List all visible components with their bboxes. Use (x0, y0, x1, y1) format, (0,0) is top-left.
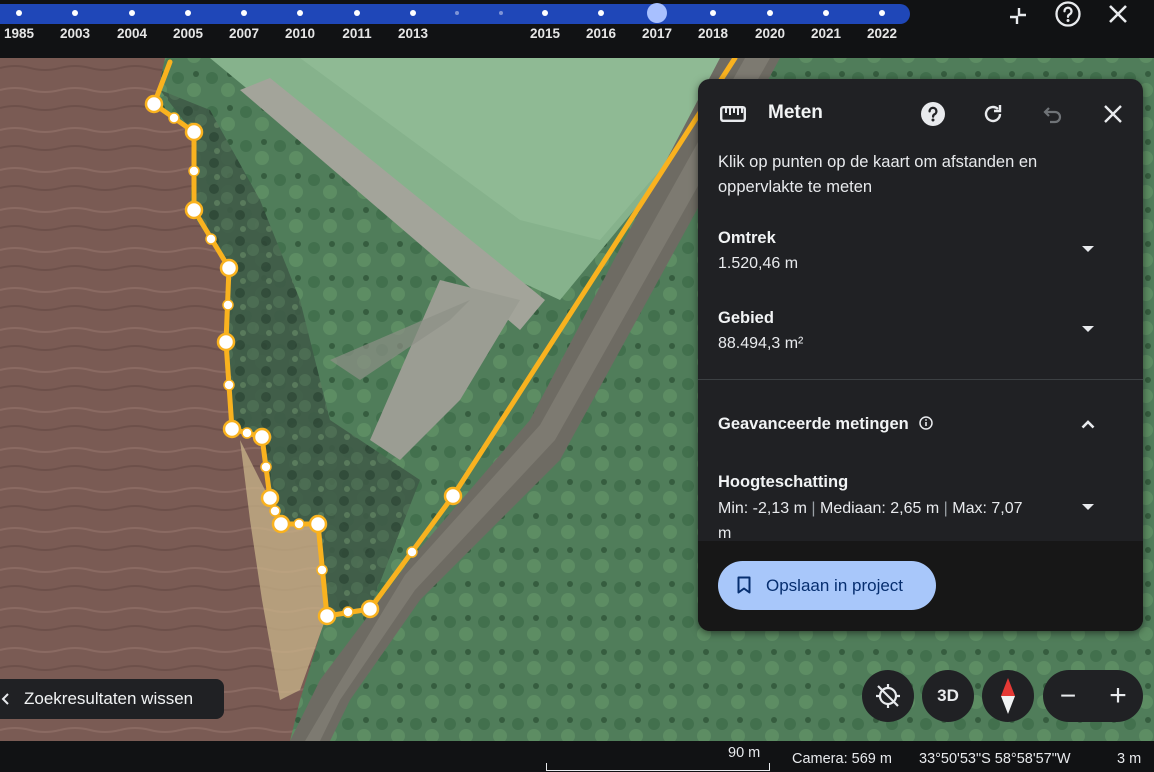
panel-footer: Opslaan in project (698, 541, 1143, 631)
timeline-year-label[interactable]: 2013 (398, 26, 428, 41)
3d-label: 3D (937, 686, 959, 705)
timeline-point-2005[interactable] (185, 10, 191, 16)
location-off-icon (874, 682, 902, 710)
help-icon[interactable] (918, 99, 948, 129)
timeline-year-label[interactable]: 2010 (285, 26, 315, 41)
elevation: 3 m (1117, 751, 1142, 767)
timeline-minor-point[interactable] (499, 11, 503, 15)
timeline-year-label[interactable]: 2016 (586, 26, 616, 41)
refresh-icon[interactable] (978, 99, 1008, 129)
measure-hint: Klik op punten op de kaart om afstanden … (718, 153, 1038, 196)
timeline-point-2011[interactable] (354, 10, 360, 16)
collapse-icon[interactable] (1004, 2, 1032, 30)
height-estimate-label: Hoogteschatting (718, 473, 849, 491)
timeline-point-2016[interactable] (598, 10, 604, 16)
save-to-project-button[interactable]: Opslaan in project (718, 561, 936, 610)
panel-title: Meten (768, 102, 823, 123)
timeline-point-2017[interactable] (647, 3, 667, 23)
area-label: Gebied (718, 309, 774, 327)
timeline-year-label[interactable]: 2015 (530, 26, 560, 41)
timeline-point-2018[interactable] (710, 10, 716, 16)
zoom-controls: − + (1043, 670, 1143, 722)
history-timeline-bar: 1985 2003 2004 2005 2007 2010 2011 2013 2015 2016… (0, 0, 1154, 58)
timeline-point-2021[interactable] (823, 10, 829, 16)
plus-icon: + (1109, 679, 1127, 712)
area-expand-icon[interactable] (1081, 325, 1095, 333)
zoom-in-button[interactable]: + (1093, 670, 1143, 722)
timeline-point-2007[interactable] (241, 10, 247, 16)
timeline-point-1985[interactable] (16, 10, 22, 16)
compass-button[interactable] (982, 670, 1034, 722)
timeline-point-2003[interactable] (72, 10, 78, 16)
timeline-point-2004[interactable] (129, 10, 135, 16)
timeline-point-2022[interactable] (879, 10, 885, 16)
location-off-button[interactable] (862, 670, 914, 722)
perimeter-label: Omtrek (718, 229, 776, 247)
timeline-year-label[interactable]: 2022 (867, 26, 897, 41)
scale-bar (546, 763, 770, 771)
ruler-icon (720, 106, 747, 127)
timeline-year-label[interactable]: 2017 (642, 26, 672, 41)
timeline-year-label[interactable]: 2003 (60, 26, 90, 41)
close-panel-icon[interactable] (1098, 99, 1128, 129)
chevron-up-icon[interactable] (1081, 419, 1095, 429)
camera-altitude: Camera: 569 m (792, 751, 892, 767)
timeline-year-label[interactable]: 2004 (117, 26, 147, 41)
status-bar: 90 m Camera: 569 m 33°50'53"S 58°58'57"W… (0, 741, 1154, 772)
perimeter-expand-icon[interactable] (1081, 245, 1095, 253)
timeline-minor-point[interactable] (455, 11, 459, 15)
compass-icon (998, 677, 1018, 715)
clear-search-results-button[interactable]: Zoekresultaten wissen (0, 679, 224, 719)
close-icon[interactable] (1104, 0, 1132, 28)
coordinates: 33°50'53"S 58°58'57"W (919, 751, 1071, 767)
scale-label: 90 m (728, 745, 761, 761)
timeline-year-label[interactable]: 2005 (173, 26, 203, 41)
minus-icon: − (1059, 680, 1077, 711)
measure-panel-header: Meten (698, 79, 1143, 147)
height-estimate-values: Min: -2,13 m | Mediaan: 2,65 m | Max: 7,… (718, 500, 1023, 542)
save-to-project-label: Opslaan in project (766, 575, 904, 595)
timeline-point-2013[interactable] (410, 10, 416, 16)
clear-search-results-label: Zoekresultaten wissen (24, 689, 194, 708)
area-value: 88.494,3 m² (718, 335, 804, 352)
info-icon[interactable] (919, 416, 934, 435)
timeline-year-label[interactable]: 2007 (229, 26, 259, 41)
timeline-year-label[interactable]: 2018 (698, 26, 728, 41)
timeline-year-label[interactable]: 2020 (755, 26, 785, 41)
help-icon[interactable] (1054, 0, 1082, 28)
timeline-point-2020[interactable] (767, 10, 773, 16)
divider (698, 379, 1143, 380)
timeline-point-2010[interactable] (297, 10, 303, 16)
height-expand-icon[interactable] (1081, 503, 1095, 511)
zoom-out-button[interactable]: − (1043, 670, 1093, 722)
bookmark-icon (737, 576, 751, 599)
perimeter-value: 1.520,46 m (718, 255, 799, 272)
undo-icon[interactable] (1038, 99, 1068, 129)
3d-toggle-button[interactable]: 3D (922, 670, 974, 722)
chevron-left-icon (0, 693, 10, 705)
timeline-year-label[interactable]: 2021 (811, 26, 841, 41)
measure-panel: Meten Klik op punten op de kaart om afst… (698, 79, 1143, 631)
timeline-year-label[interactable]: 1985 (4, 26, 34, 41)
timeline-point-2015[interactable] (542, 10, 548, 16)
timeline-year-label[interactable]: 2011 (342, 26, 371, 41)
advanced-measurements-label[interactable]: Geavanceerde metingen (718, 415, 934, 435)
